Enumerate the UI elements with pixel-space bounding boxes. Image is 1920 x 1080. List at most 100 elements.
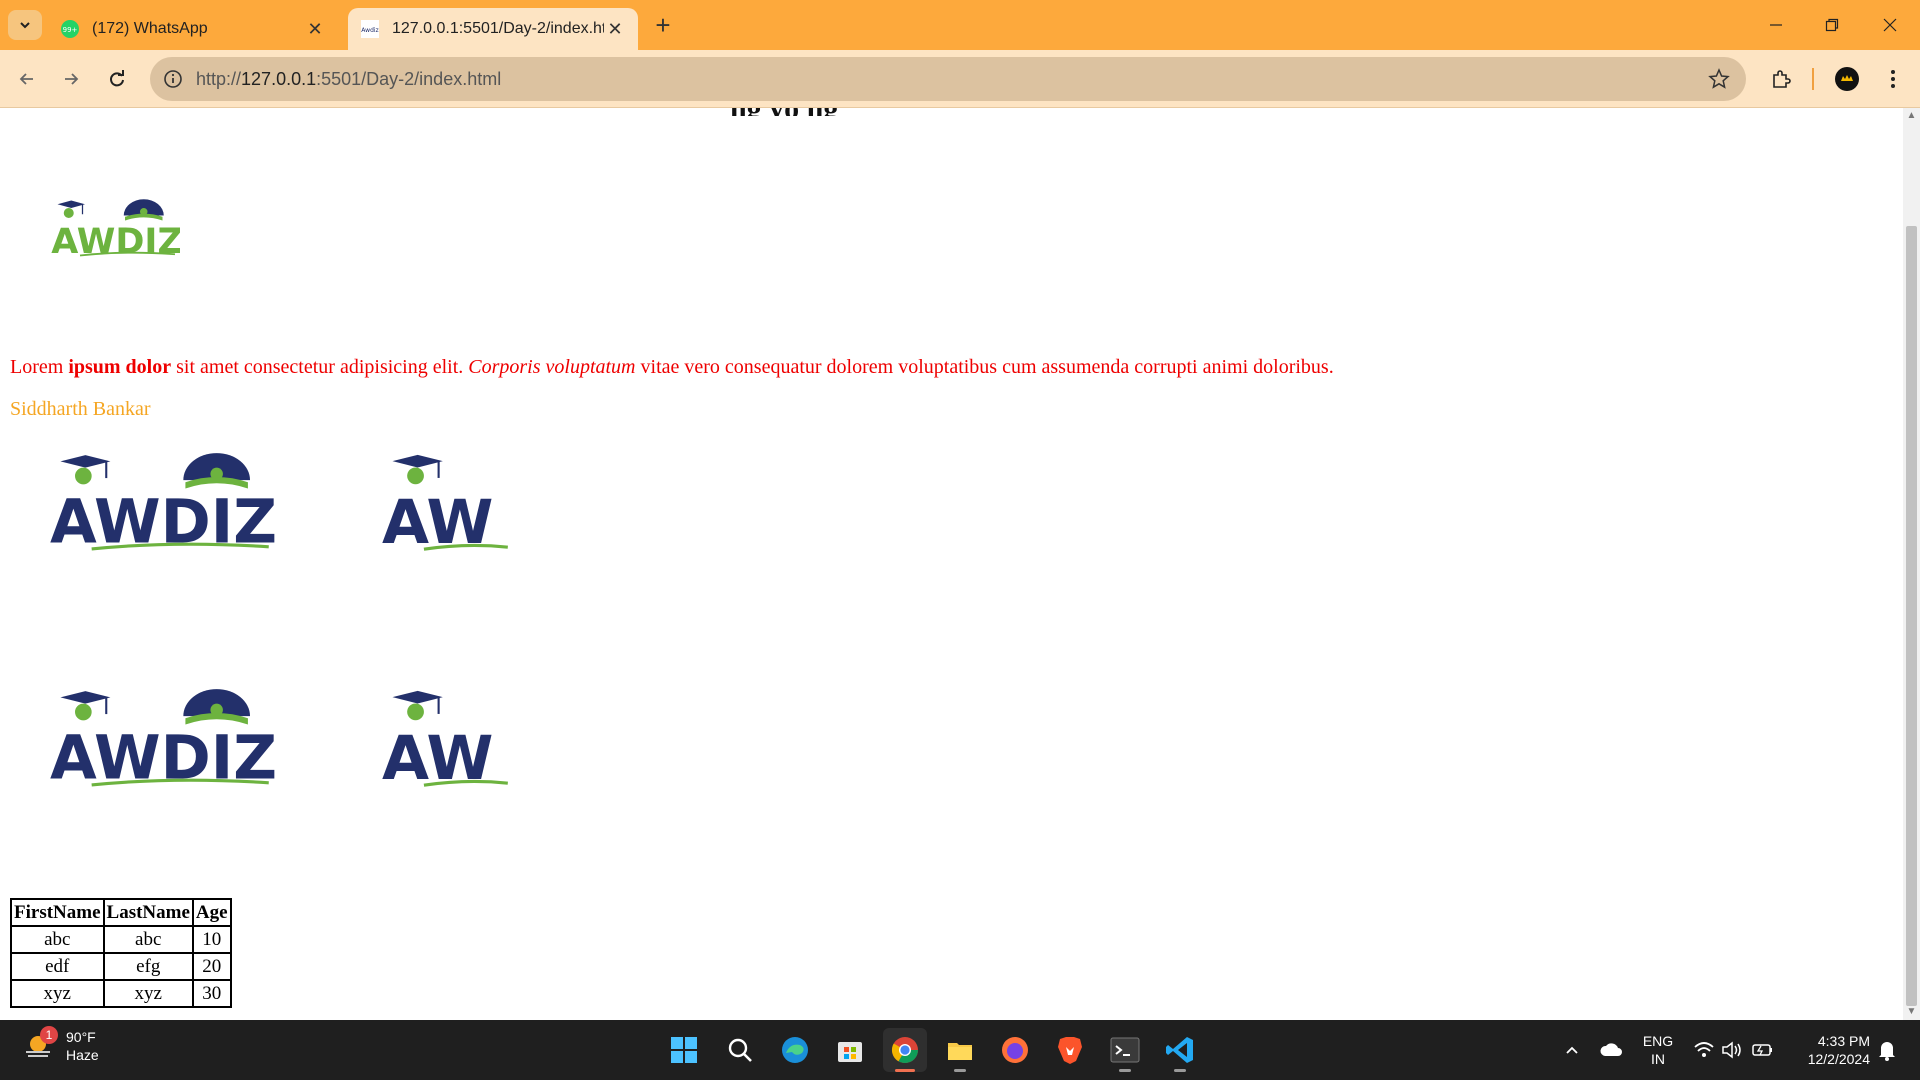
clock-date: 12/2/2024 (1807, 1051, 1870, 1067)
url-path: :5501/Day-2/index.html (316, 69, 502, 89)
notifications-button[interactable] (1872, 1020, 1902, 1080)
paragraph-text: vitae vero consequatur dolorem voluptati… (635, 356, 1334, 378)
table-cell: abc (10, 925, 105, 954)
table-row: abc abc 10 (10, 925, 232, 954)
minimize-button[interactable] (1756, 8, 1796, 42)
awdiz-logo-image: AWDIZ (50, 689, 277, 790)
url-scheme: http:// (196, 69, 242, 89)
weather-widget[interactable]: 1 90°F Haze (22, 1026, 99, 1064)
page-content: ng yo ng AWDIZ Lorem ipsum dolor sit ame… (0, 108, 1903, 1020)
terminal-icon (1110, 1037, 1140, 1063)
browser-menu-button[interactable] (1878, 64, 1908, 94)
weather-temperature: 90°F (66, 1029, 96, 1045)
profile-button[interactable] (1832, 64, 1862, 94)
taskbar-file-explorer[interactable] (938, 1028, 982, 1072)
forward-button[interactable] (56, 64, 86, 94)
extensions-button[interactable] (1766, 64, 1796, 94)
show-hidden-icons-button[interactable] (1560, 1020, 1584, 1080)
taskbar-edge[interactable] (773, 1028, 817, 1072)
quick-settings-button[interactable] (1692, 1020, 1776, 1080)
vscode-icon (1166, 1037, 1193, 1063)
column-header-age: Age (191, 898, 232, 927)
paragraph-italic-text: Corporis voluptatum (468, 356, 636, 378)
taskbar-terminal[interactable] (1103, 1028, 1147, 1072)
table-row: xyz xyz 30 (10, 979, 232, 1008)
scroll-down-arrow-icon[interactable]: ▼ (1906, 1006, 1917, 1018)
restore-button[interactable] (1812, 8, 1852, 42)
tab-title: (172) WhatsApp (92, 20, 208, 37)
volume-icon (1722, 1041, 1741, 1059)
table-header-row: FirstName LastName Age (10, 898, 232, 927)
chrome-icon (891, 1037, 919, 1064)
tab-search-button[interactable] (8, 10, 42, 40)
taskbar-chrome[interactable] (883, 1028, 927, 1072)
back-button[interactable] (12, 64, 42, 94)
scroll-up-arrow-icon[interactable]: ▲ (1906, 110, 1917, 122)
browser-toolbar: http://127.0.0.1:5501/Day-2/index.html (0, 50, 1920, 108)
close-tab-icon[interactable]: ✕ (604, 18, 626, 40)
paragraph-text: sit amet consectetur adipisicing elit. (171, 356, 469, 378)
tab-index-html[interactable]: Awdiz 127.0.0.1:5501/Day-2/index.html ✕ (348, 8, 638, 50)
chevron-up-icon (1566, 1046, 1578, 1054)
table-cell: 30 (191, 979, 232, 1008)
page-heading-partial: ng yo ng (730, 108, 1090, 116)
input-language-indicator[interactable]: ENG IN (1640, 1032, 1676, 1068)
awdiz-logo-cropped-image: AW (382, 454, 508, 554)
taskbar-store[interactable] (828, 1028, 872, 1072)
paragraph-text: Lorem (10, 356, 69, 378)
folder-icon (948, 1043, 972, 1060)
table-cell: xyz (102, 979, 194, 1008)
table-row: edf efg 20 (10, 952, 232, 981)
close-window-button[interactable] (1870, 8, 1910, 42)
taskbar-vscode[interactable] (1158, 1028, 1202, 1072)
close-icon (1883, 18, 1897, 32)
column-header-firstname: FirstName (10, 898, 105, 927)
url-host: 127.0.0.1 (241, 69, 317, 89)
system-clock[interactable]: 4:33 PM 12/2/2024 (1790, 1032, 1870, 1068)
table-cell: xyz (10, 979, 105, 1008)
minimize-icon (1770, 24, 1782, 26)
table-cell: efg (102, 952, 194, 981)
weather-description: Haze (66, 1047, 99, 1063)
svg-text:99+: 99+ (63, 26, 78, 34)
site-info-icon[interactable] (162, 68, 184, 90)
svg-text:Awdiz: Awdiz (361, 27, 378, 34)
page-scrollbar[interactable]: ▲ ▼ (1903, 108, 1920, 1020)
reload-button[interactable] (102, 64, 132, 94)
scrollbar-thumb[interactable] (1906, 226, 1917, 1006)
windows-start-icon (671, 1037, 697, 1063)
tab-title: 127.0.0.1:5501/Day-2/index.html (392, 20, 604, 37)
start-button[interactable] (662, 1028, 706, 1072)
clock-time: 4:33 PM (1817, 1033, 1870, 1049)
running-app-indicator (1174, 1069, 1186, 1072)
tab-whatsapp[interactable]: 99+ (172) WhatsApp ✕ (48, 8, 338, 50)
active-app-indicator (895, 1069, 915, 1072)
bell-snooze-icon (1879, 1042, 1895, 1061)
taskbar-brave[interactable] (1048, 1028, 1092, 1072)
brave-lion-icon (1058, 1037, 1082, 1064)
toolbar-divider (1812, 68, 1814, 90)
taskbar-search-button[interactable] (718, 1028, 762, 1072)
onedrive-button[interactable] (1596, 1020, 1626, 1080)
address-bar[interactable]: http://127.0.0.1:5501/Day-2/index.html (150, 57, 1746, 101)
table-cell: abc (102, 925, 194, 954)
arrow-right-icon (65, 73, 79, 85)
notification-badge: 1 (40, 1026, 58, 1044)
new-tab-button[interactable]: + (650, 12, 676, 38)
taskbar-firefox[interactable] (993, 1028, 1037, 1072)
weather-text: 90°F Haze (66, 1028, 99, 1064)
windows-taskbar: 1 90°F Haze ENG IN 4:33 PM 12/2/2024 (0, 1020, 1920, 1080)
awdiz-logo-image: AWDIZ (51, 199, 180, 262)
restore-icon (1825, 18, 1839, 32)
avatar (1835, 67, 1859, 91)
tab-strip: 99+ (172) WhatsApp ✕ Awdiz 127.0.0.1:550… (0, 0, 1920, 50)
author-name: Siddharth Bankar (10, 398, 151, 420)
chevron-down-icon (20, 22, 30, 29)
close-tab-icon[interactable]: ✕ (304, 18, 326, 40)
whatsapp-icon: 99+ (60, 19, 80, 39)
people-table: FirstName LastName Age abc abc 10 edf ef… (10, 898, 232, 1008)
url-text[interactable]: http://127.0.0.1:5501/Day-2/index.html (196, 57, 501, 101)
language-code: ENG (1642, 1033, 1674, 1049)
bookmark-star-icon[interactable] (1708, 68, 1730, 90)
awdiz-logo-image: AWDIZ (50, 453, 277, 554)
